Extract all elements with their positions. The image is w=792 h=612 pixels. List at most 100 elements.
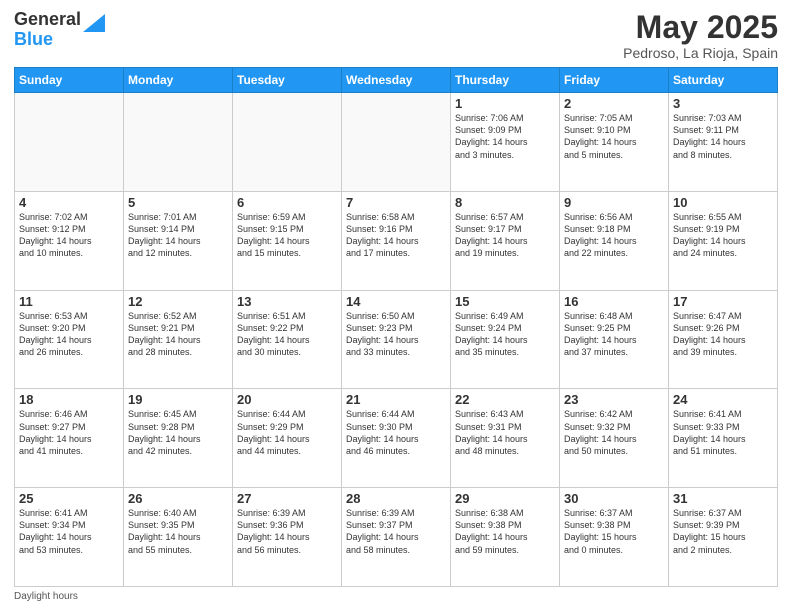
calendar-cell: 11Sunrise: 6:53 AM Sunset: 9:20 PM Dayli…: [15, 290, 124, 389]
day-info: Sunrise: 6:52 AM Sunset: 9:21 PM Dayligh…: [128, 310, 228, 359]
title-block: May 2025 Pedroso, La Rioja, Spain: [623, 10, 778, 61]
day-number: 19: [128, 392, 228, 407]
calendar-cell: 14Sunrise: 6:50 AM Sunset: 9:23 PM Dayli…: [342, 290, 451, 389]
day-info: Sunrise: 6:45 AM Sunset: 9:28 PM Dayligh…: [128, 408, 228, 457]
day-info: Sunrise: 6:53 AM Sunset: 9:20 PM Dayligh…: [19, 310, 119, 359]
header-thursday: Thursday: [451, 68, 560, 93]
calendar-cell: 29Sunrise: 6:38 AM Sunset: 9:38 PM Dayli…: [451, 488, 560, 587]
calendar-cell: 18Sunrise: 6:46 AM Sunset: 9:27 PM Dayli…: [15, 389, 124, 488]
day-number: 6: [237, 195, 337, 210]
calendar-cell: 15Sunrise: 6:49 AM Sunset: 9:24 PM Dayli…: [451, 290, 560, 389]
day-number: 31: [673, 491, 773, 506]
calendar-cell: 28Sunrise: 6:39 AM Sunset: 9:37 PM Dayli…: [342, 488, 451, 587]
calendar-cell: 8Sunrise: 6:57 AM Sunset: 9:17 PM Daylig…: [451, 191, 560, 290]
day-info: Sunrise: 6:57 AM Sunset: 9:17 PM Dayligh…: [455, 211, 555, 260]
day-number: 7: [346, 195, 446, 210]
day-number: 26: [128, 491, 228, 506]
day-info: Sunrise: 6:39 AM Sunset: 9:36 PM Dayligh…: [237, 507, 337, 556]
calendar-cell: 5Sunrise: 7:01 AM Sunset: 9:14 PM Daylig…: [124, 191, 233, 290]
day-info: Sunrise: 7:06 AM Sunset: 9:09 PM Dayligh…: [455, 112, 555, 161]
calendar-cell: [233, 93, 342, 192]
day-number: 23: [564, 392, 664, 407]
calendar-cell: 13Sunrise: 6:51 AM Sunset: 9:22 PM Dayli…: [233, 290, 342, 389]
day-number: 18: [19, 392, 119, 407]
calendar-cell: 22Sunrise: 6:43 AM Sunset: 9:31 PM Dayli…: [451, 389, 560, 488]
calendar-cell: 20Sunrise: 6:44 AM Sunset: 9:29 PM Dayli…: [233, 389, 342, 488]
week-row-4: 25Sunrise: 6:41 AM Sunset: 9:34 PM Dayli…: [15, 488, 778, 587]
day-number: 12: [128, 294, 228, 309]
day-info: Sunrise: 6:37 AM Sunset: 9:38 PM Dayligh…: [564, 507, 664, 556]
day-info: Sunrise: 6:51 AM Sunset: 9:22 PM Dayligh…: [237, 310, 337, 359]
day-number: 20: [237, 392, 337, 407]
calendar-cell: 19Sunrise: 6:45 AM Sunset: 9:28 PM Dayli…: [124, 389, 233, 488]
day-number: 9: [564, 195, 664, 210]
day-info: Sunrise: 6:38 AM Sunset: 9:38 PM Dayligh…: [455, 507, 555, 556]
calendar-cell: 30Sunrise: 6:37 AM Sunset: 9:38 PM Dayli…: [560, 488, 669, 587]
calendar-cell: [15, 93, 124, 192]
header-friday: Friday: [560, 68, 669, 93]
calendar-cell: 27Sunrise: 6:39 AM Sunset: 9:36 PM Dayli…: [233, 488, 342, 587]
calendar-header-row: SundayMondayTuesdayWednesdayThursdayFrid…: [15, 68, 778, 93]
day-info: Sunrise: 7:05 AM Sunset: 9:10 PM Dayligh…: [564, 112, 664, 161]
day-number: 2: [564, 96, 664, 111]
day-number: 11: [19, 294, 119, 309]
day-info: Sunrise: 6:43 AM Sunset: 9:31 PM Dayligh…: [455, 408, 555, 457]
day-info: Sunrise: 6:41 AM Sunset: 9:34 PM Dayligh…: [19, 507, 119, 556]
day-info: Sunrise: 6:47 AM Sunset: 9:26 PM Dayligh…: [673, 310, 773, 359]
logo-general: General: [14, 10, 81, 30]
header-monday: Monday: [124, 68, 233, 93]
day-info: Sunrise: 7:01 AM Sunset: 9:14 PM Dayligh…: [128, 211, 228, 260]
day-info: Sunrise: 6:49 AM Sunset: 9:24 PM Dayligh…: [455, 310, 555, 359]
calendar-cell: [342, 93, 451, 192]
day-info: Sunrise: 7:03 AM Sunset: 9:11 PM Dayligh…: [673, 112, 773, 161]
calendar-cell: 26Sunrise: 6:40 AM Sunset: 9:35 PM Dayli…: [124, 488, 233, 587]
day-info: Sunrise: 6:42 AM Sunset: 9:32 PM Dayligh…: [564, 408, 664, 457]
header-wednesday: Wednesday: [342, 68, 451, 93]
day-info: Sunrise: 6:56 AM Sunset: 9:18 PM Dayligh…: [564, 211, 664, 260]
header-saturday: Saturday: [669, 68, 778, 93]
day-info: Sunrise: 6:58 AM Sunset: 9:16 PM Dayligh…: [346, 211, 446, 260]
logo-blue: Blue: [14, 30, 81, 50]
day-number: 13: [237, 294, 337, 309]
calendar-cell: 10Sunrise: 6:55 AM Sunset: 9:19 PM Dayli…: [669, 191, 778, 290]
calendar-cell: 25Sunrise: 6:41 AM Sunset: 9:34 PM Dayli…: [15, 488, 124, 587]
day-number: 17: [673, 294, 773, 309]
day-number: 10: [673, 195, 773, 210]
calendar-cell: 21Sunrise: 6:44 AM Sunset: 9:30 PM Dayli…: [342, 389, 451, 488]
logo-icon: [83, 14, 105, 36]
day-info: Sunrise: 6:37 AM Sunset: 9:39 PM Dayligh…: [673, 507, 773, 556]
header-sunday: Sunday: [15, 68, 124, 93]
day-info: Sunrise: 6:48 AM Sunset: 9:25 PM Dayligh…: [564, 310, 664, 359]
day-number: 1: [455, 96, 555, 111]
calendar-cell: 3Sunrise: 7:03 AM Sunset: 9:11 PM Daylig…: [669, 93, 778, 192]
day-number: 5: [128, 195, 228, 210]
day-info: Sunrise: 6:55 AM Sunset: 9:19 PM Dayligh…: [673, 211, 773, 260]
logo: General Blue: [14, 10, 105, 50]
calendar-cell: 7Sunrise: 6:58 AM Sunset: 9:16 PM Daylig…: [342, 191, 451, 290]
calendar-cell: 16Sunrise: 6:48 AM Sunset: 9:25 PM Dayli…: [560, 290, 669, 389]
calendar-cell: 6Sunrise: 6:59 AM Sunset: 9:15 PM Daylig…: [233, 191, 342, 290]
day-number: 22: [455, 392, 555, 407]
week-row-2: 11Sunrise: 6:53 AM Sunset: 9:20 PM Dayli…: [15, 290, 778, 389]
header: General Blue May 2025 Pedroso, La Rioja,…: [14, 10, 778, 61]
day-number: 25: [19, 491, 119, 506]
day-number: 4: [19, 195, 119, 210]
day-info: Sunrise: 6:44 AM Sunset: 9:29 PM Dayligh…: [237, 408, 337, 457]
day-info: Sunrise: 6:39 AM Sunset: 9:37 PM Dayligh…: [346, 507, 446, 556]
day-info: Sunrise: 6:46 AM Sunset: 9:27 PM Dayligh…: [19, 408, 119, 457]
day-number: 15: [455, 294, 555, 309]
day-number: 29: [455, 491, 555, 506]
calendar-cell: 9Sunrise: 6:56 AM Sunset: 9:18 PM Daylig…: [560, 191, 669, 290]
calendar-cell: 17Sunrise: 6:47 AM Sunset: 9:26 PM Dayli…: [669, 290, 778, 389]
day-number: 30: [564, 491, 664, 506]
calendar-cell: 1Sunrise: 7:06 AM Sunset: 9:09 PM Daylig…: [451, 93, 560, 192]
day-info: Sunrise: 6:40 AM Sunset: 9:35 PM Dayligh…: [128, 507, 228, 556]
day-number: 21: [346, 392, 446, 407]
logo-text: General Blue: [14, 10, 81, 50]
day-info: Sunrise: 7:02 AM Sunset: 9:12 PM Dayligh…: [19, 211, 119, 260]
calendar-cell: 2Sunrise: 7:05 AM Sunset: 9:10 PM Daylig…: [560, 93, 669, 192]
page: General Blue May 2025 Pedroso, La Rioja,…: [0, 0, 792, 612]
day-number: 3: [673, 96, 773, 111]
week-row-1: 4Sunrise: 7:02 AM Sunset: 9:12 PM Daylig…: [15, 191, 778, 290]
week-row-0: 1Sunrise: 7:06 AM Sunset: 9:09 PM Daylig…: [15, 93, 778, 192]
